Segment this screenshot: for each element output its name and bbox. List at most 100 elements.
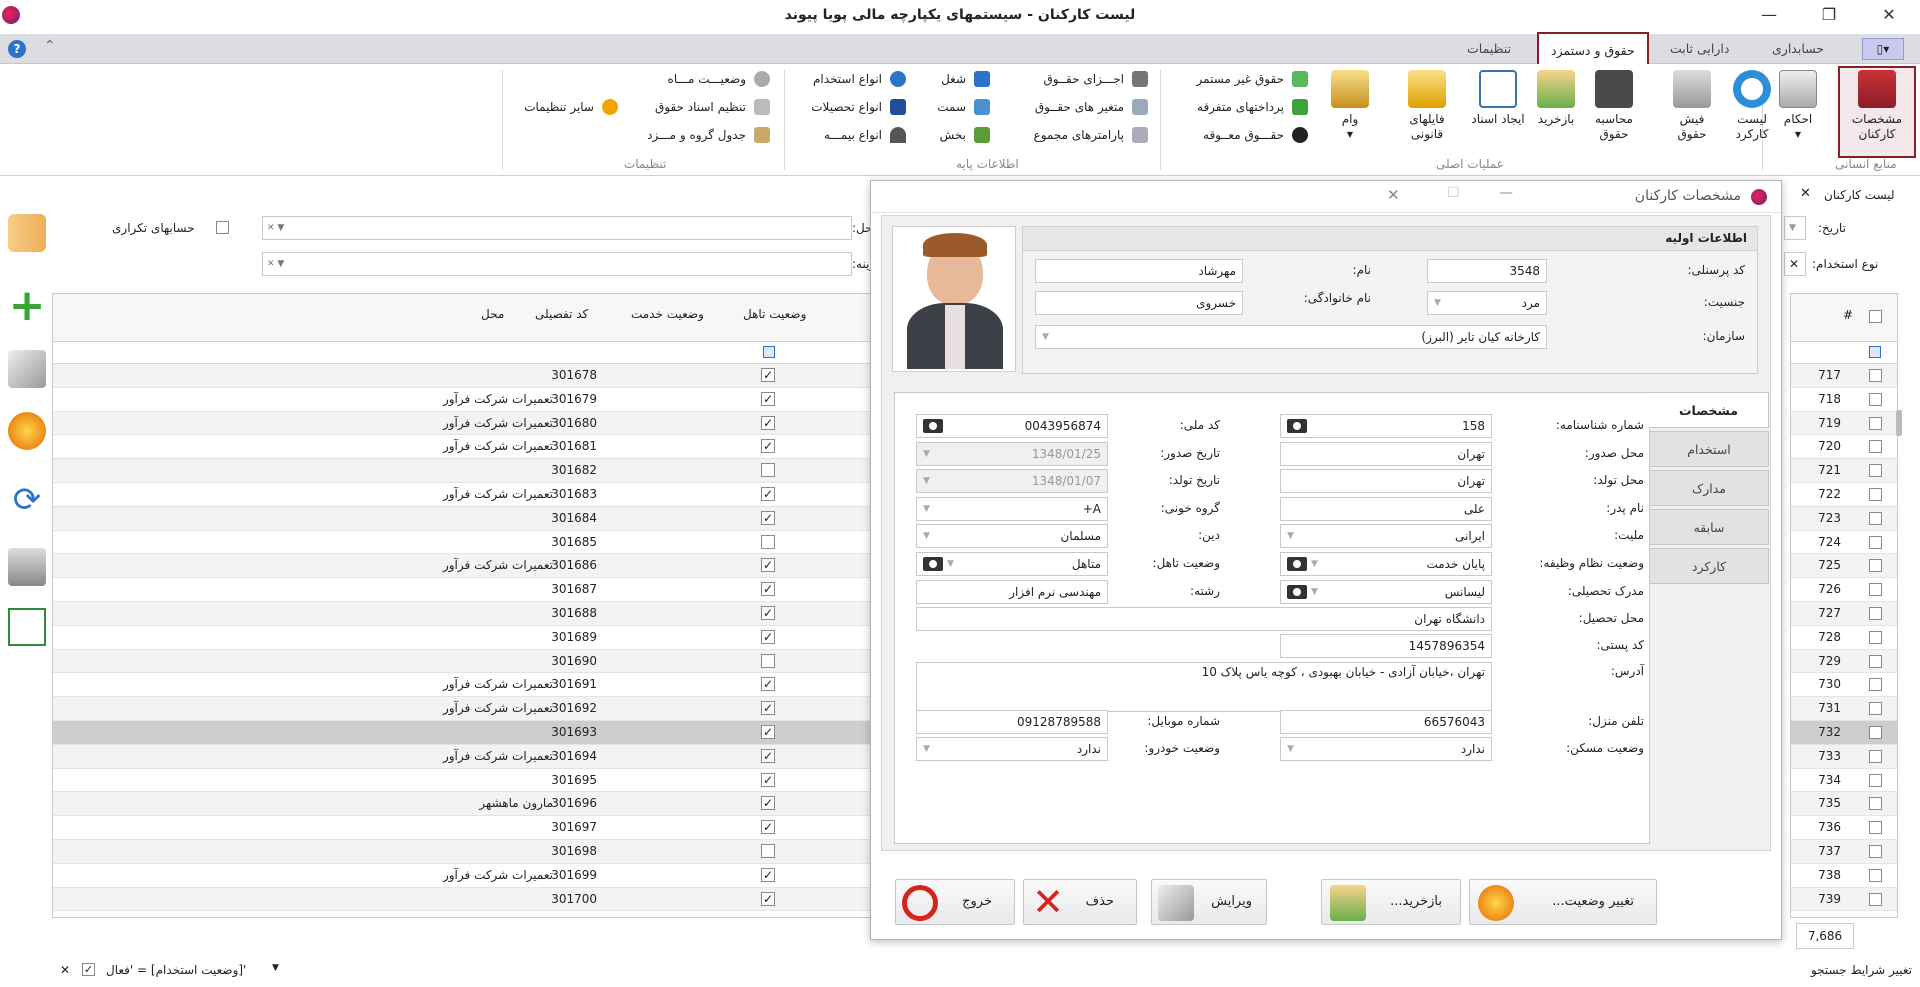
marital-filter-checkbox[interactable] xyxy=(763,346,775,358)
header-service[interactable]: وضعیت خدمت xyxy=(631,307,704,321)
row-number-row[interactable]: 738 xyxy=(1791,864,1897,888)
organization-select[interactable]: ▼ کارخانه کیان تایر (البرز) xyxy=(1035,325,1547,349)
blood-field[interactable]: ▼ A+ xyxy=(916,497,1108,521)
dialog-maximize-button[interactable]: ☐ xyxy=(1447,185,1460,201)
row-select-checkbox[interactable] xyxy=(1869,892,1882,906)
row-select-checkbox[interactable] xyxy=(1869,845,1882,858)
row-number-row[interactable]: 719 xyxy=(1791,411,1897,436)
row-select-checkbox[interactable] xyxy=(1869,749,1882,763)
retirement-button[interactable]: بازخرید xyxy=(1528,68,1584,158)
cost-filter[interactable]: ▼ ✕ xyxy=(262,252,852,276)
create-docs-button[interactable]: ایجاد اسناد xyxy=(1470,68,1526,158)
issue-place-field[interactable]: تهران xyxy=(1280,442,1492,466)
row-number-row[interactable]: 720 xyxy=(1791,435,1897,460)
filter-enabled-checkbox[interactable]: ✓ xyxy=(82,963,95,976)
tab-accounting[interactable]: حسابداری xyxy=(1760,34,1836,64)
place-filter[interactable]: ▼ ✕ xyxy=(262,216,852,240)
salary-parts-button[interactable]: اجـــزای حقــوق xyxy=(1016,68,1150,90)
date-filter[interactable]: ▼ xyxy=(1784,216,1806,240)
father-field[interactable]: علی xyxy=(1280,497,1492,521)
row-number-row[interactable]: 727 xyxy=(1791,602,1897,626)
month-status-button[interactable]: وضعیـــت مـــاه xyxy=(620,68,772,90)
refresh-icon[interactable]: ⟳ xyxy=(8,482,46,520)
section-button[interactable]: بخش xyxy=(922,124,992,146)
position-button[interactable]: سمت xyxy=(922,96,992,118)
salary-vars-button[interactable]: متغیر های حقــوق xyxy=(1016,96,1150,118)
nationality-field[interactable]: ▼ ایرانی xyxy=(1280,524,1492,548)
excel-export-icon[interactable] xyxy=(8,608,46,646)
education-types-button[interactable]: انواع تحصیلات xyxy=(778,96,908,118)
clear-filter-icon[interactable]: ✕ xyxy=(60,963,70,977)
collective-params-button[interactable]: پارامترهای مجموع xyxy=(1016,124,1150,146)
edu-place-field[interactable]: دانشگاه تهران xyxy=(916,607,1492,631)
religion-field[interactable]: ▼ مسلمان xyxy=(916,524,1108,548)
quick-access-icon[interactable]: ▯▾ xyxy=(1862,38,1904,60)
row-select-checkbox[interactable] xyxy=(1869,369,1882,382)
tab-specs[interactable]: مشخصات xyxy=(1649,392,1769,428)
field-field[interactable]: مهندسی نرم افزار xyxy=(916,580,1108,604)
postal-field[interactable]: 1457896354 xyxy=(1280,634,1492,658)
row-number-row[interactable]: 735 xyxy=(1791,792,1897,817)
tab-fixed-assets[interactable]: دارایی ثابت xyxy=(1658,34,1741,64)
change-status-button[interactable]: تغییر وضعیت... xyxy=(1469,879,1657,925)
row-number-row[interactable]: 730 xyxy=(1791,673,1897,698)
tab-payroll[interactable]: حقوق و دستمزد xyxy=(1537,32,1649,68)
housing-field[interactable]: ▼ ندارد xyxy=(1280,737,1492,761)
retire-button[interactable]: بازخرید... xyxy=(1321,879,1461,925)
birth-date-field[interactable]: ▼ 1348/01/07 xyxy=(916,469,1108,493)
close-button[interactable]: ✕ xyxy=(1866,0,1912,32)
row-select-checkbox[interactable] xyxy=(1869,702,1882,716)
camera-icon[interactable] xyxy=(1287,419,1307,433)
row-select-checkbox[interactable] xyxy=(1869,392,1882,406)
row-number-row[interactable]: 718 xyxy=(1791,388,1897,412)
employment-type-filter-clear[interactable]: ✕ xyxy=(1784,252,1806,276)
row-number-row[interactable]: 728 xyxy=(1791,626,1897,650)
delete-button[interactable]: ✕ حذف xyxy=(1023,879,1137,925)
issue-date-field[interactable]: ▼ 1348/01/25 xyxy=(916,442,1108,466)
row-number-row[interactable]: 739 xyxy=(1791,887,1897,912)
row-number-row[interactable]: 734 xyxy=(1791,769,1897,793)
row-select-checkbox[interactable] xyxy=(1869,416,1882,430)
misc-payments-button[interactable]: پرداختهای متفرقه xyxy=(1170,96,1310,118)
add-icon[interactable]: + xyxy=(8,284,46,328)
row-number-row[interactable]: 717 xyxy=(1791,364,1897,388)
dialog-minimize-button[interactable]: — xyxy=(1499,185,1513,201)
print-icon[interactable] xyxy=(8,548,46,586)
tab-settings[interactable]: تنظیمات xyxy=(1455,34,1523,64)
row-select-checkbox[interactable] xyxy=(1869,726,1882,739)
camera-icon[interactable] xyxy=(1287,585,1307,599)
dialog-close-button[interactable]: ✕ xyxy=(1387,186,1400,204)
national-code-field[interactable]: 0043956874 xyxy=(916,414,1108,438)
change-search-link[interactable]: تغییر شرایط جستجو xyxy=(1811,963,1912,977)
personnel-code-field[interactable]: 3548 xyxy=(1427,259,1547,283)
header-detail-code[interactable]: کد تفصیلی xyxy=(535,307,588,321)
tab-history[interactable]: سابقه xyxy=(1649,509,1769,545)
chevron-down-icon[interactable]: ▼ xyxy=(272,963,279,973)
non-continuous-salary-button[interactable]: حقوق غیر مستمر xyxy=(1170,68,1310,90)
camera-icon[interactable] xyxy=(1287,557,1307,571)
camera-icon[interactable] xyxy=(923,419,943,433)
row-select-checkbox[interactable] xyxy=(1869,797,1882,811)
minimize-button[interactable]: — xyxy=(1746,0,1792,32)
header-place[interactable]: محل xyxy=(481,307,504,321)
close-tab-icon[interactable]: ✕ xyxy=(1800,186,1811,201)
military-field[interactable]: ▼ پایان خدمت xyxy=(1280,552,1492,576)
row-number-row[interactable]: 733 xyxy=(1791,744,1897,769)
calc-salary-button[interactable]: محاسبه حقوق xyxy=(1586,68,1642,158)
row-number-row[interactable]: 724 xyxy=(1791,531,1897,555)
row-select-checkbox[interactable] xyxy=(1869,583,1882,597)
filter-checkbox[interactable] xyxy=(1869,346,1881,358)
help-icon[interactable]: ? xyxy=(8,40,26,58)
tab-work[interactable]: کارکرد xyxy=(1649,548,1769,584)
row-select-checkbox[interactable] xyxy=(1869,440,1882,454)
row-select-checkbox[interactable] xyxy=(1869,773,1882,787)
collapse-ribbon-icon[interactable]: ⌃ xyxy=(44,38,56,54)
row-select-checkbox[interactable] xyxy=(1869,535,1882,549)
tab-employment[interactable]: استخدام xyxy=(1649,431,1769,467)
lightning-icon[interactable] xyxy=(8,412,46,450)
work-list-button[interactable]: لیست کارکرد xyxy=(1724,68,1780,158)
restore-button[interactable]: ❐ xyxy=(1806,0,1852,32)
camera-icon[interactable] xyxy=(923,557,943,571)
row-select-checkbox[interactable] xyxy=(1869,868,1882,882)
birth-place-field[interactable]: تهران xyxy=(1280,469,1492,493)
